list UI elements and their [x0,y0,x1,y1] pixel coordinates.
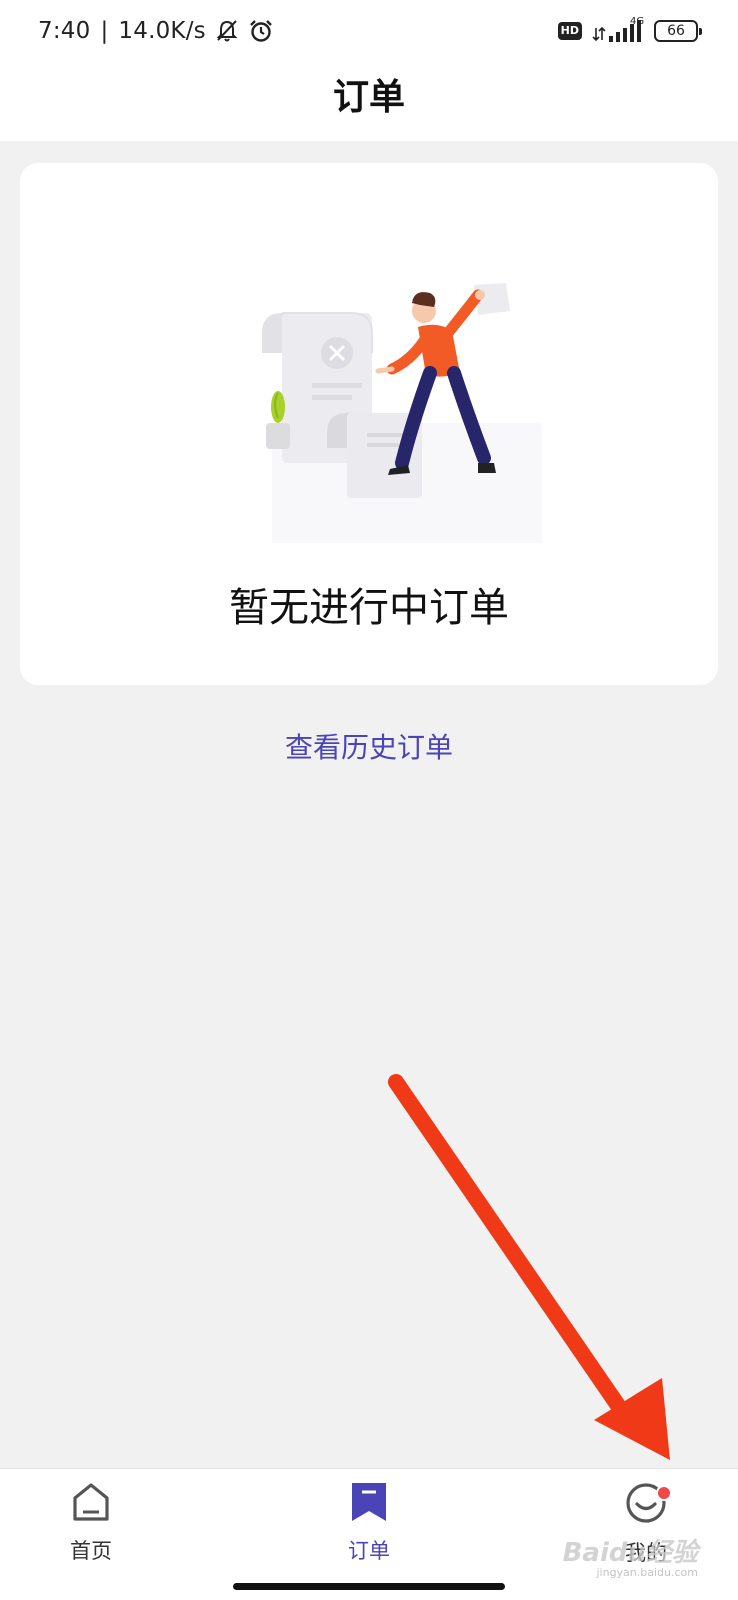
empty-state-message: 暂无进行中订单 [229,585,509,631]
page-title: 订单 [332,77,405,118]
baidu-watermark-url: jingyan.baidu.com [596,1566,698,1579]
hd-badge: HD [557,22,582,40]
mute-bell-icon [214,18,240,44]
baidu-watermark: Baidu经验 [562,1538,698,1568]
status-left: 7:40 | 14.0K/s [38,18,274,44]
home-indicator [233,1583,505,1590]
tab-home-label: 首页 [70,1539,112,1563]
bookmark-icon [348,1481,390,1527]
status-bar: 7:40 | 14.0K/s HD 66 [0,0,738,64]
tab-home[interactable]: 首页 [31,1481,151,1581]
status-net-speed: 14.0K/s [118,18,206,44]
notification-dot [656,1485,672,1501]
screen: 7:40 | 14.0K/s HD 66 订单 暂无进行中订单 查看历史订单 首… [0,0,738,1600]
view-history-orders-link[interactable]: 查看历史订单 [0,726,738,766]
battery-level: 66 [667,23,685,39]
status-separator: | [100,18,109,44]
empty-state-card: 暂无进行中订单 [20,163,718,685]
battery-icon: 66 [654,20,702,42]
top-bar: 7:40 | 14.0K/s HD 66 订单 [0,0,738,141]
tab-orders[interactable]: 订单 [309,1481,429,1581]
tab-orders-label: 订单 [348,1539,390,1563]
signal-icon: 4G [592,16,644,44]
alarm-clock-icon [248,18,274,44]
home-icon [70,1481,112,1527]
empty-orders-illustration [242,283,552,553]
status-time: 7:40 [38,18,91,44]
status-right: HD 4G 66 [557,16,702,44]
